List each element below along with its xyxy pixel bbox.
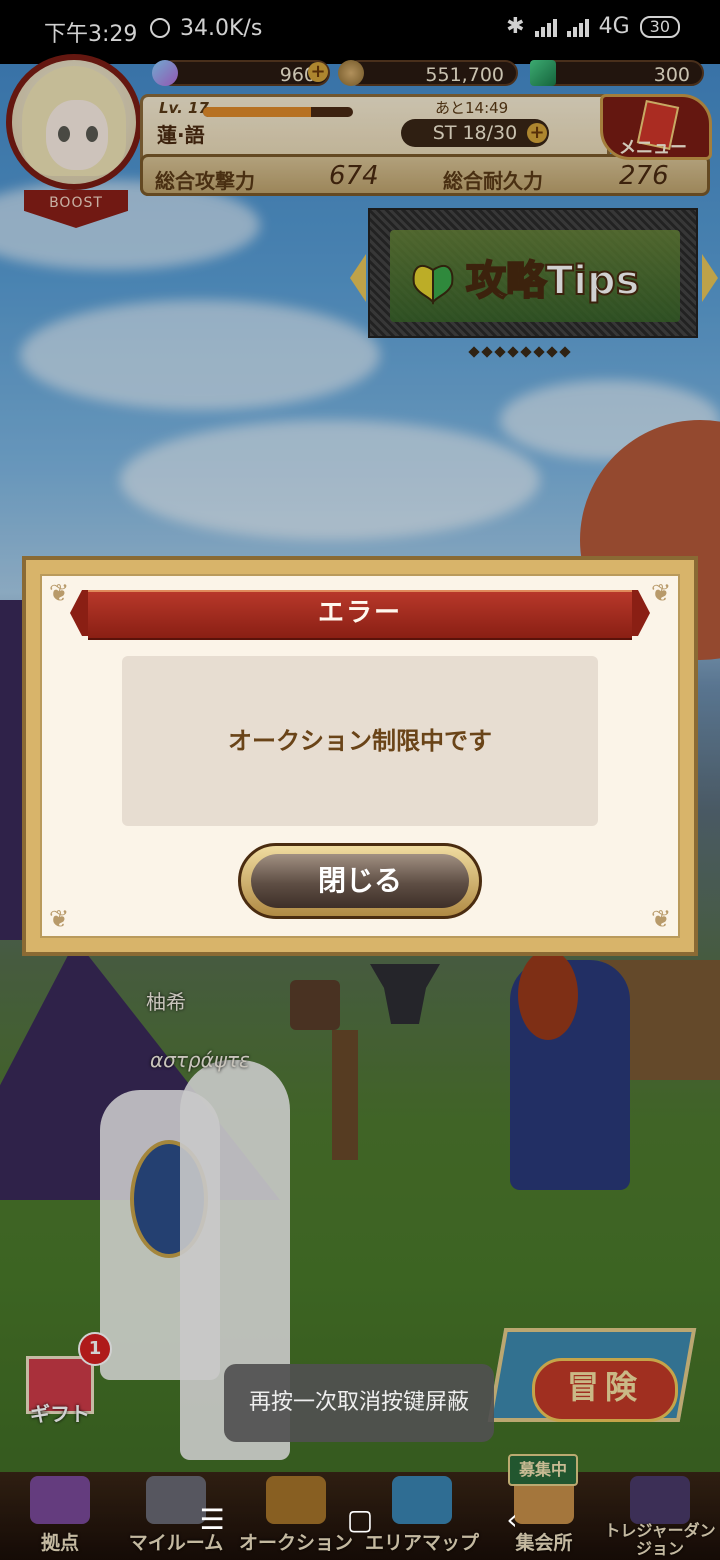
ornament-icon: ❦ (650, 905, 672, 933)
home-square-icon[interactable]: ▢ (336, 1496, 384, 1544)
error-message: オークション制限中です (228, 727, 492, 755)
close-button-label[interactable]: 閉じる (238, 843, 482, 919)
ornament-icon: ❦ (48, 579, 70, 607)
menu-lines-icon[interactable]: ☰ (188, 1496, 236, 1544)
dialog-title: エラー (317, 598, 402, 628)
ornament-icon: ❦ (650, 579, 672, 607)
ornament-icon: ❦ (48, 905, 70, 933)
back-chevron-icon[interactable]: ‹ (488, 1496, 536, 1544)
system-navigation-bar: ☰ ▢ ‹ (0, 1496, 720, 1544)
toast-message: 再按一次取消按键屏蔽 (224, 1364, 494, 1442)
